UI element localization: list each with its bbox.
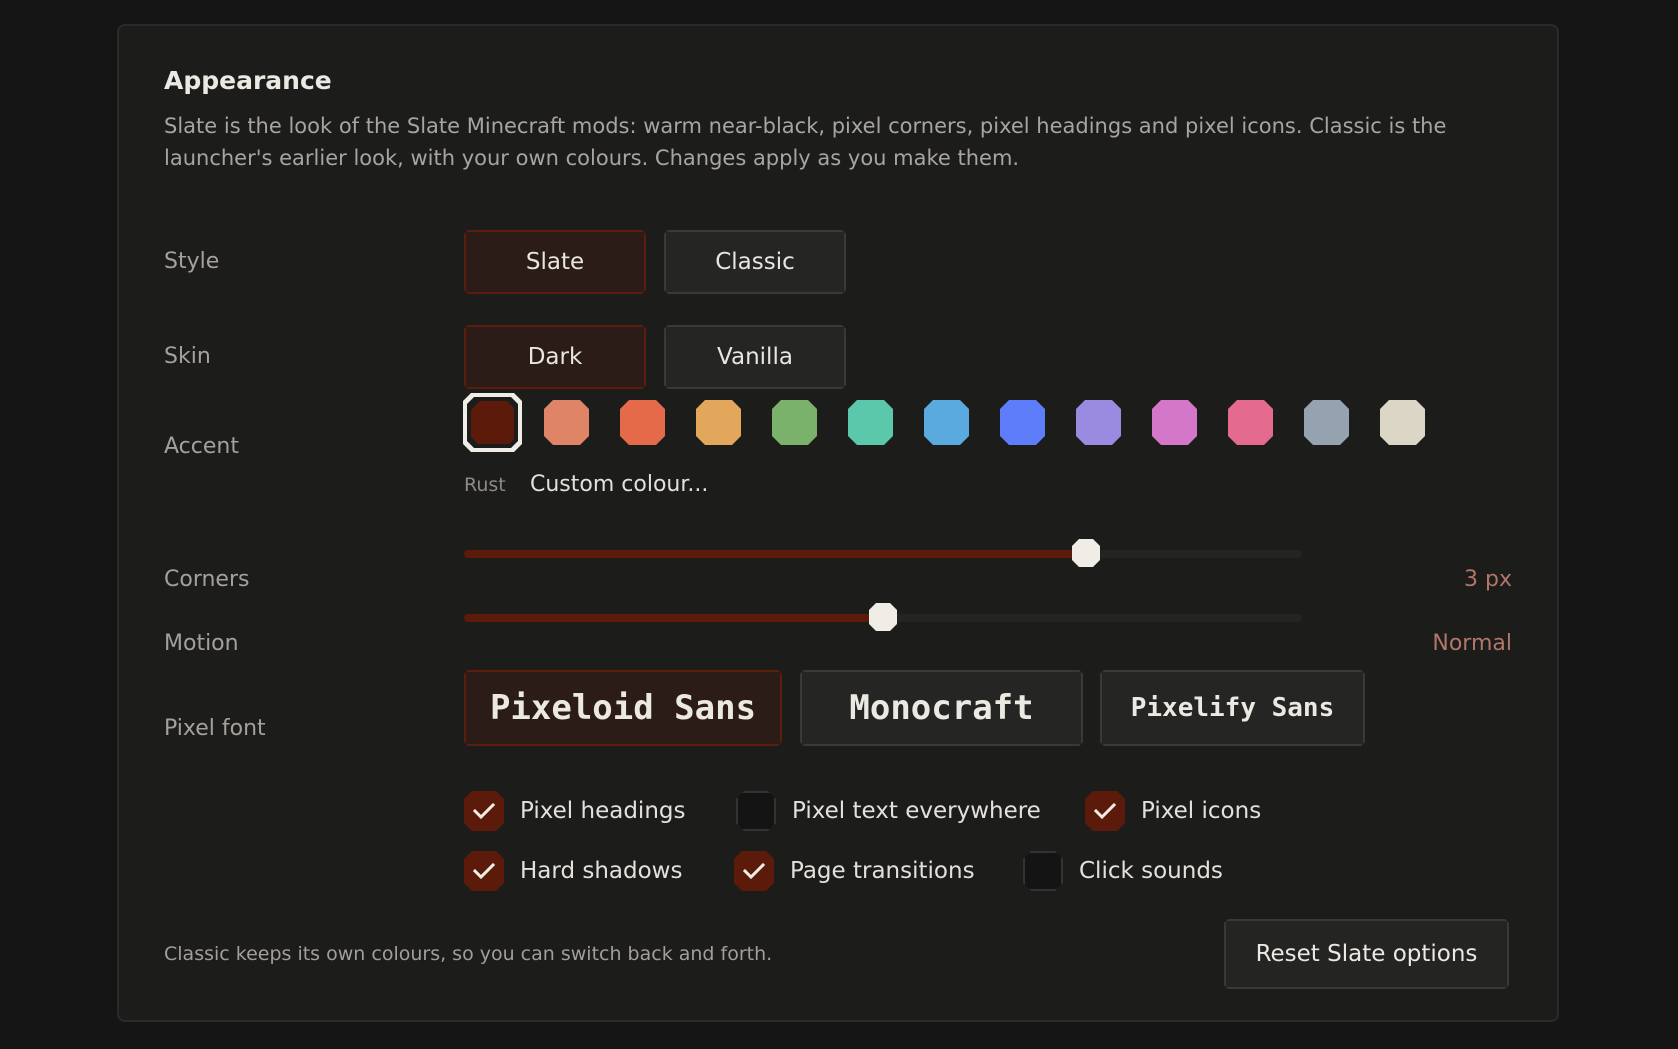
footer-note: Classic keeps its own colours, so you ca…: [164, 943, 773, 965]
reset-slate-options-button[interactable]: Reset Slate options: [1224, 919, 1509, 989]
accent-swatch[interactable]: [1304, 400, 1349, 445]
motion-value: Normal: [1432, 631, 1512, 656]
pixel-text-everywhere-checkbox[interactable]: Pixel text everywhere: [736, 791, 1041, 831]
accent-swatch[interactable]: [1228, 400, 1273, 445]
checkmark-icon: [473, 862, 495, 880]
pixel-icons-box[interactable]: [1085, 791, 1125, 831]
appearance-panel: Appearance Slate is the look of the Slat…: [117, 24, 1559, 1022]
pixel-headings-box[interactable]: [464, 791, 504, 831]
accent-swatch[interactable]: [1380, 400, 1425, 445]
pixel-text-everywhere-box[interactable]: [736, 791, 776, 831]
style-slate-button[interactable]: Slate: [464, 230, 646, 294]
skin-dark-button[interactable]: Dark: [464, 325, 646, 389]
accent-swatch[interactable]: [471, 401, 514, 444]
pixel-headings-checkbox[interactable]: Pixel headings: [464, 791, 685, 831]
hard-shadows-box[interactable]: [464, 851, 504, 891]
style-label: Style: [164, 249, 220, 274]
page-transitions-box[interactable]: [734, 851, 774, 891]
motion-slider-thumb[interactable]: [869, 603, 897, 631]
click-sounds-box[interactable]: [1023, 851, 1063, 891]
font-monocraft-button[interactable]: Monocraft: [800, 670, 1083, 746]
panel-description: Slate is the look of the Slate Minecraft…: [164, 114, 1447, 170]
motion-slider[interactable]: [464, 603, 1302, 631]
checkmark-icon: [743, 862, 765, 880]
click-sounds-checkbox[interactable]: Click sounds: [1023, 851, 1223, 891]
accent-swatch[interactable]: [620, 400, 665, 445]
pixel-text-everywhere-label: Pixel text everywhere: [792, 798, 1041, 824]
pixel-icons-label: Pixel icons: [1141, 798, 1262, 824]
motion-label: Motion: [164, 631, 239, 656]
corners-value: 3 px: [1464, 567, 1512, 592]
custom-colour-button[interactable]: Custom colour...: [530, 472, 708, 497]
accent-swatch[interactable]: [1152, 400, 1197, 445]
click-sounds-label: Click sounds: [1079, 858, 1223, 884]
motion-slider-fill: [464, 614, 883, 622]
accent-swatch[interactable]: [1076, 400, 1121, 445]
hard-shadows-label: Hard shadows: [520, 858, 683, 884]
accent-swatch[interactable]: [924, 400, 969, 445]
accent-swatch[interactable]: [1000, 400, 1045, 445]
checkmark-icon: [1094, 802, 1116, 820]
pixel-icons-checkbox[interactable]: Pixel icons: [1085, 791, 1261, 831]
pixel-font-label: Pixel font: [164, 716, 266, 741]
accent-swatch[interactable]: [544, 400, 589, 445]
font-pixeloid-sans-button[interactable]: Pixeloid Sans: [464, 670, 782, 746]
checkmark-icon: [473, 802, 495, 820]
accent-selected-name: Rust: [464, 474, 506, 496]
font-pixelify-sans-button[interactable]: Pixelify Sans: [1100, 670, 1365, 746]
corners-label: Corners: [164, 567, 250, 592]
hard-shadows-checkbox[interactable]: Hard shadows: [464, 851, 682, 891]
skin-label: Skin: [164, 344, 211, 369]
page-transitions-checkbox[interactable]: Page transitions: [734, 851, 975, 891]
corners-slider-thumb[interactable]: [1072, 539, 1100, 567]
accent-swatch[interactable]: [848, 400, 893, 445]
style-classic-button[interactable]: Classic: [664, 230, 846, 294]
accent-swatch[interactable]: [772, 400, 817, 445]
pixel-headings-label: Pixel headings: [520, 798, 686, 824]
panel-title: Appearance: [164, 66, 332, 95]
skin-vanilla-button[interactable]: Vanilla: [664, 325, 846, 389]
accent-label: Accent: [164, 434, 239, 459]
accent-swatch[interactable]: [696, 400, 741, 445]
corners-slider[interactable]: [464, 539, 1302, 567]
page-transitions-label: Page transitions: [790, 858, 975, 884]
corners-slider-fill: [464, 550, 1086, 558]
